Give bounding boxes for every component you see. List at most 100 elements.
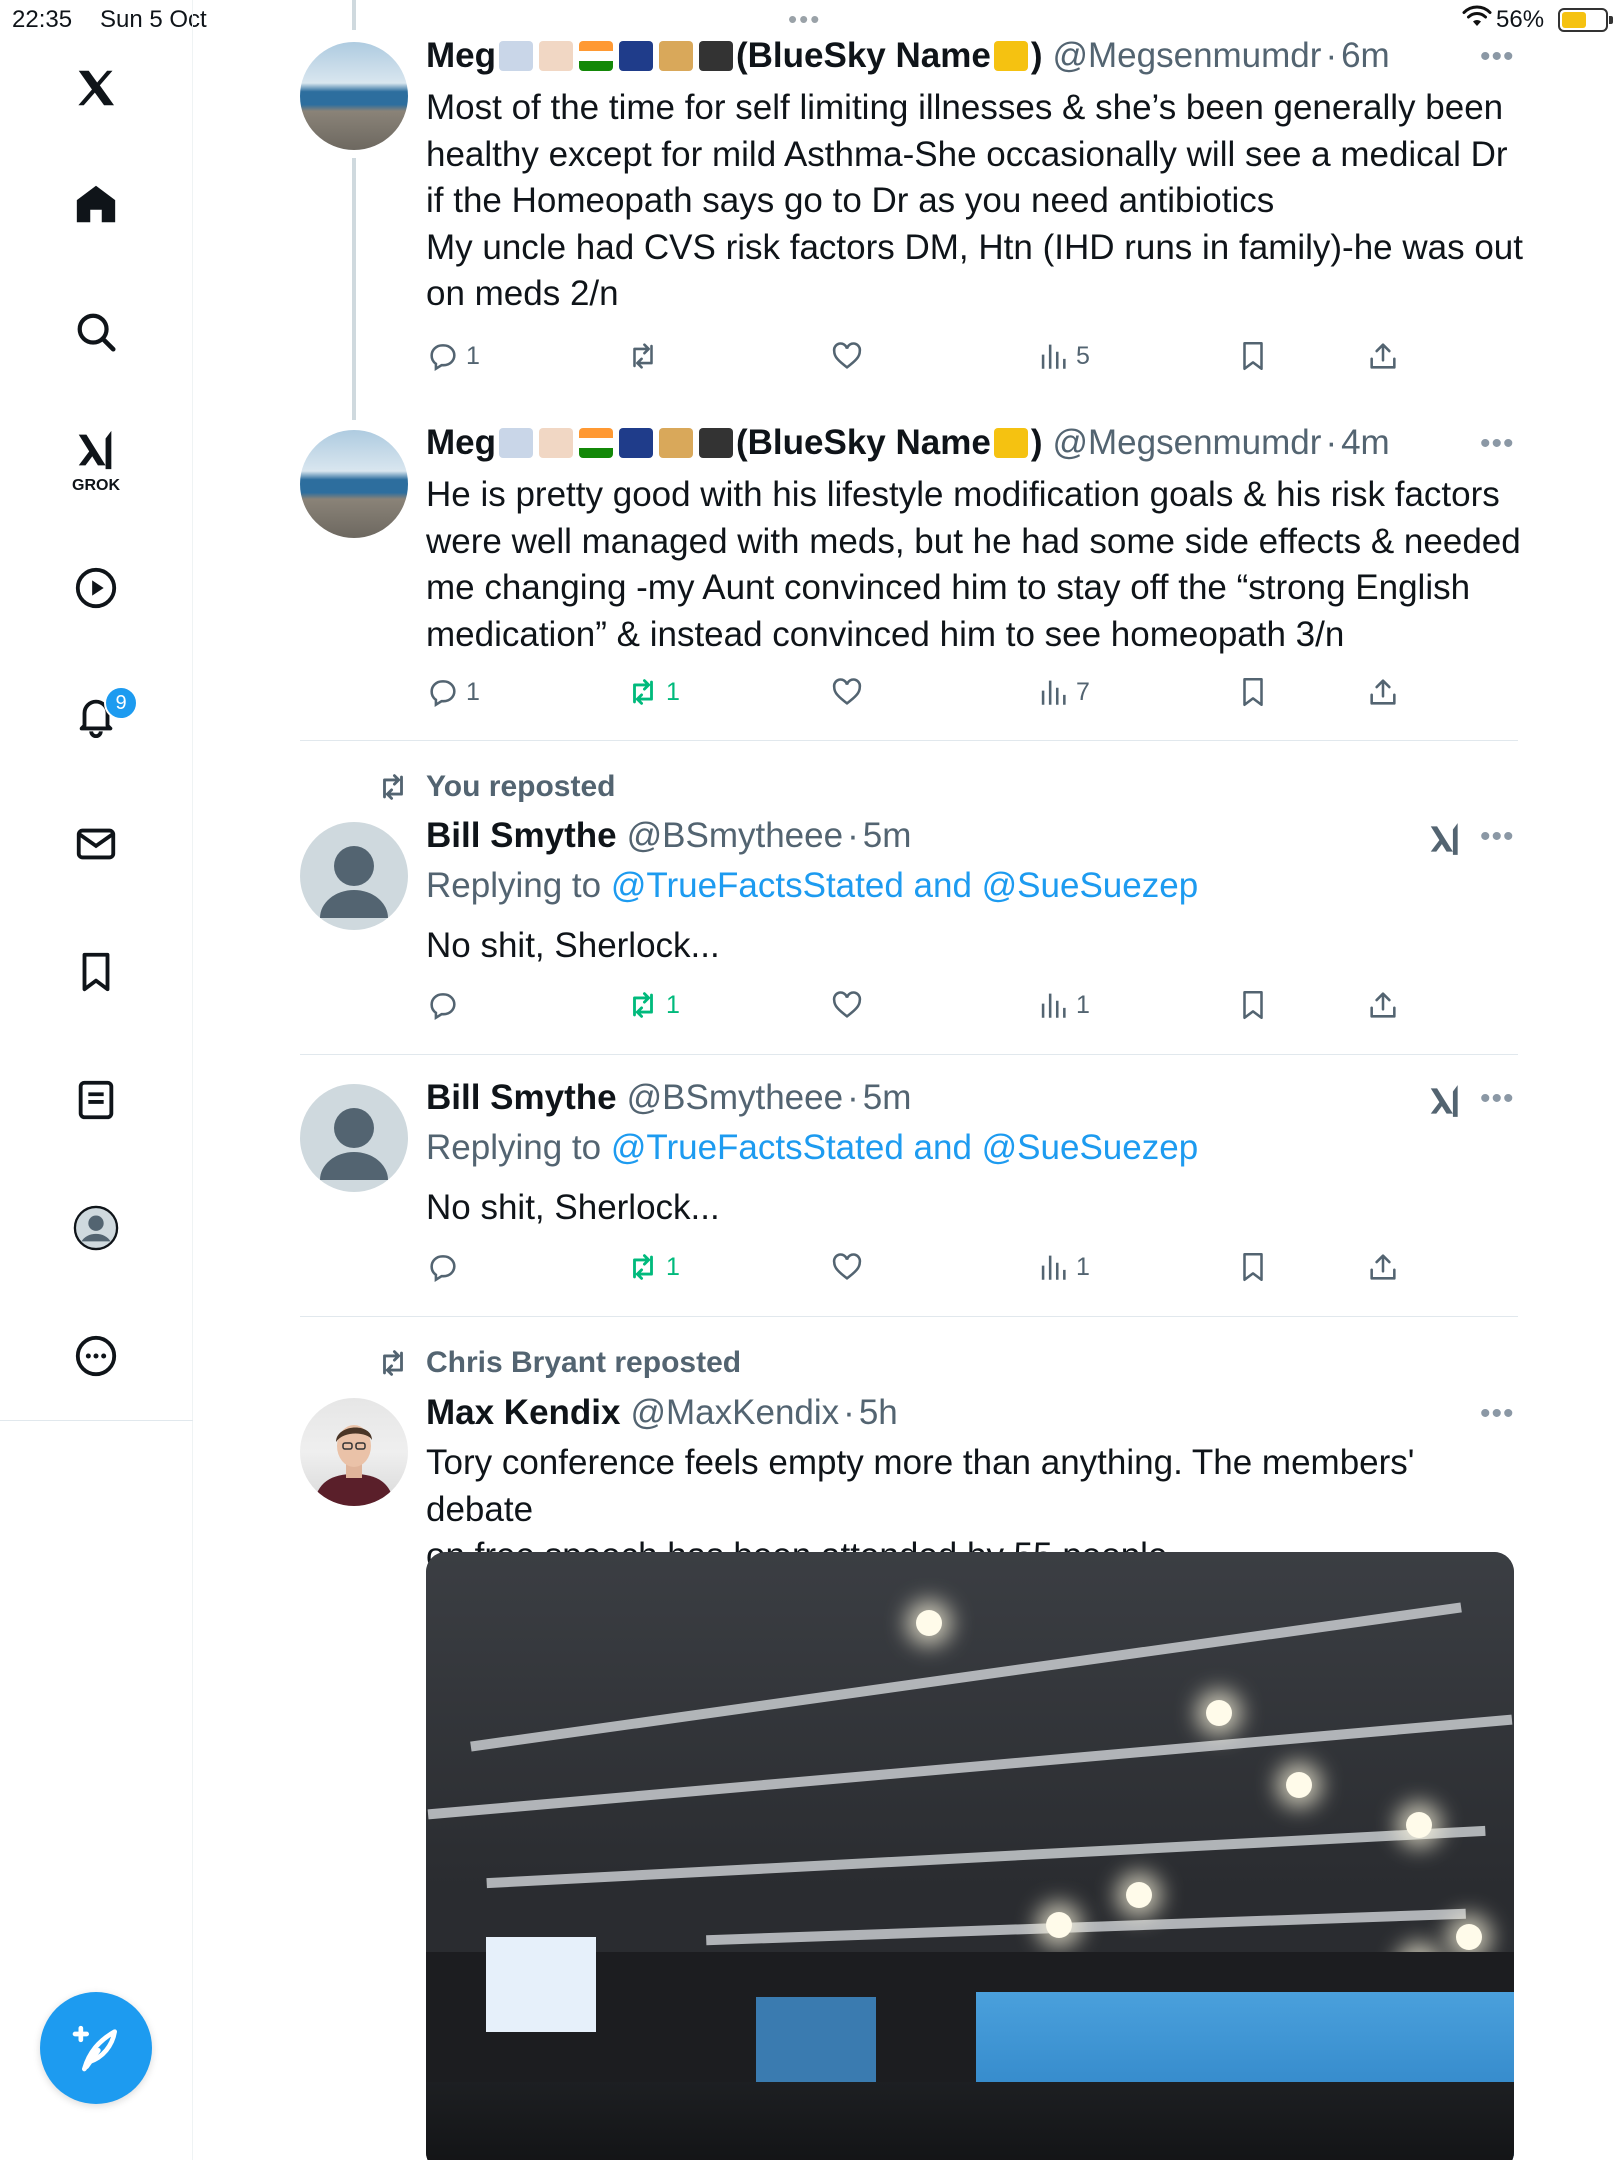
handle[interactable]: @Megsenmumdr [1052,423,1321,463]
share-icon [1370,343,1396,369]
profile-avatar-icon[interactable] [66,1198,126,1258]
repost-icon [633,679,653,705]
views-button[interactable]: 5 [1036,336,1090,376]
replying-to: Replying to @TrueFactsStated and @SueSue… [426,1128,1198,1168]
repost-button[interactable] [626,336,660,376]
text-line: My uncle had CVS risk factors DM, Htn (I… [426,227,1523,267]
repost-context: You reposted [376,770,615,804]
views-button[interactable]: 7 [1036,672,1090,712]
display-name[interactable]: Meg [426,423,496,463]
like-button[interactable] [830,672,864,712]
views-button[interactable]: 1 [1036,985,1090,1025]
tweet-actions: 1 5 [426,336,1426,376]
lists-icon[interactable] [66,1070,126,1130]
like-button[interactable] [830,336,864,376]
handle[interactable]: @BSmytheee [627,816,843,856]
grok-explain-icon[interactable] [1426,1082,1464,1120]
thread-connector [352,0,356,30]
repost-count: 1 [666,990,680,1019]
tweet-actions: 1 1 [426,985,1426,1025]
grok-icon[interactable] [66,420,126,480]
pointing-down-emoji-icon [993,428,1028,458]
reply-button[interactable]: 1 [426,672,480,712]
text-line: Tory conference feels empty more than an… [426,1443,1415,1529]
tweet-actions: 1 1 [426,1247,1426,1287]
avatar[interactable] [300,1084,408,1192]
default-avatar-icon [320,1108,388,1180]
avatar[interactable] [300,822,408,930]
grok-explain-icon[interactable] [1426,820,1464,858]
status-bar: 22:35 Sun 5 Oct ••• 56% [0,0,1620,40]
display-name[interactable]: Bill Smythe [426,816,617,856]
timestamp[interactable]: 5m [863,1078,912,1118]
replying-to-link[interactable]: @TrueFactsStated and @SueSuezep [611,866,1198,905]
reply-button[interactable] [426,1247,460,1287]
more-dots-icon[interactable]: ••• [1480,427,1515,461]
text-line: were well managed with meds, but he had … [426,521,1521,561]
separator: · [843,1393,855,1432]
avatar[interactable] [300,1398,408,1506]
home-icon[interactable] [66,174,126,234]
like-button[interactable] [830,985,864,1025]
tweet-media-image[interactable] [426,1552,1514,2160]
share-button[interactable] [1366,672,1400,712]
bookmark-button[interactable] [1236,985,1270,1025]
reply-icon [430,993,456,1021]
display-name-suffix[interactable]: (BlueSky Name [736,423,991,463]
repost-context: Chris Bryant reposted [376,1346,741,1380]
avatar[interactable] [300,42,408,150]
like-button[interactable] [830,1247,864,1287]
battery-percent: 56% [1496,6,1545,33]
bookmark-icon [1243,990,1263,1020]
timestamp[interactable]: 4m [1341,423,1390,463]
more-dots-icon[interactable]: ••• [1480,1397,1515,1431]
repost-button[interactable]: 1 [626,672,680,712]
handle[interactable]: @MaxKendix [631,1393,840,1433]
timestamp[interactable]: 5m [863,816,912,856]
display-name[interactable]: Bill Smythe [426,1078,617,1118]
video-icon[interactable] [66,558,126,618]
share-button[interactable] [1366,336,1400,376]
bookmark-button[interactable] [1236,672,1270,712]
share-button[interactable] [1366,1247,1400,1287]
timestamp[interactable]: 5h [859,1393,898,1433]
repost-count: 1 [666,677,680,706]
text-line: Most of the time for self limiting illne… [426,88,1504,127]
reply-button[interactable]: 1 [426,336,480,376]
views-count: 1 [1076,990,1090,1019]
replying-to-link[interactable]: @TrueFactsStated and @SueSuezep [611,1128,1198,1167]
repost-count: 1 [666,1252,680,1281]
more-dots-icon[interactable]: ••• [1480,820,1515,854]
more-options-icon[interactable] [66,1326,126,1386]
handle[interactable]: @Megsenmumdr [1052,36,1321,76]
more-dots-icon[interactable]: ••• [1480,1082,1515,1116]
compose-post-button[interactable] [40,1992,152,2104]
more-dots-icon[interactable]: ••• [1480,40,1515,74]
bookmarks-icon[interactable] [66,942,126,1002]
views-button[interactable]: 1 [1036,1247,1090,1287]
search-icon[interactable] [66,302,126,362]
display-name[interactable]: Meg [426,36,496,76]
stage-light [1286,1772,1312,1798]
messages-icon[interactable] [66,814,126,874]
bookmark-button[interactable] [1236,1247,1270,1287]
repost-button[interactable]: 1 [626,985,680,1025]
repost-label[interactable]: You reposted [426,770,615,804]
share-button[interactable] [1366,985,1400,1025]
family-emoji-icon [499,428,533,458]
x-logo-icon[interactable] [66,58,126,118]
timestamp[interactable]: 6m [1341,36,1390,76]
multitasking-dots[interactable]: ••• [788,4,821,35]
display-name-close: ) [1030,423,1043,462]
display-name-suffix[interactable]: (BlueSky Name [736,36,991,76]
repost-button[interactable]: 1 [626,1247,680,1287]
repost-icon [633,1254,653,1280]
display-name[interactable]: Max Kendix [426,1393,621,1433]
avatar[interactable] [300,430,408,538]
bookmark-button[interactable] [1236,336,1270,376]
separator: · [1325,36,1338,75]
repost-icon [633,343,653,369]
handle[interactable]: @BSmytheee [627,1078,843,1118]
reply-button[interactable] [426,985,460,1025]
repost-label[interactable]: Chris Bryant reposted [426,1346,741,1380]
